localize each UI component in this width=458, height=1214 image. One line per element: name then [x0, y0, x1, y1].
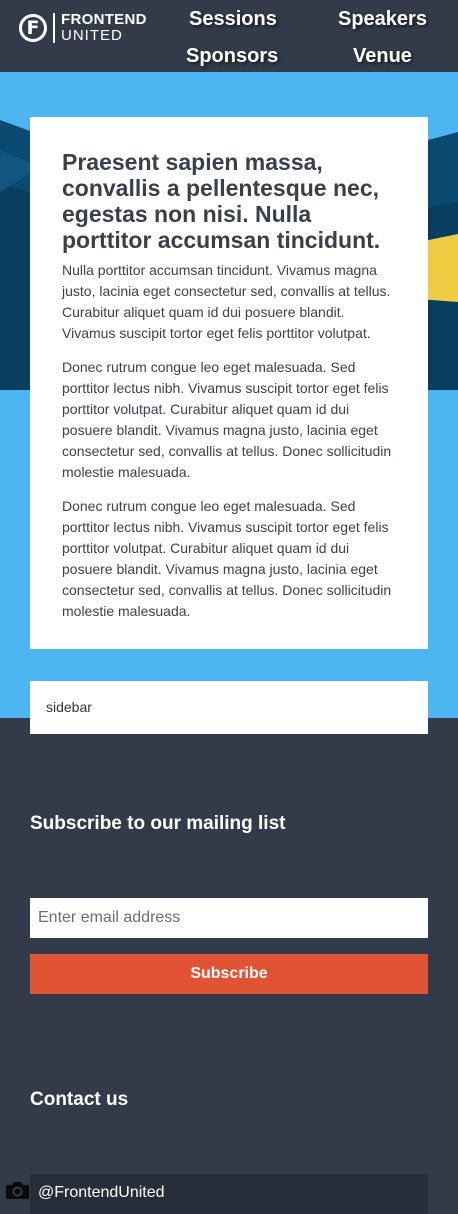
contact-heading: Contact us — [30, 1089, 129, 1110]
nav-venue[interactable]: Venue — [353, 45, 412, 68]
subscribe-heading: Subscribe to our mailing list — [30, 813, 286, 834]
email-field[interactable] — [30, 898, 428, 938]
subscribe-button[interactable]: Subscribe — [30, 954, 428, 994]
twitter-handle-box[interactable]: @FrontendUnited — [30, 1174, 428, 1214]
site-header: F FRONTEND UNITED Sessions Speakers Spon… — [0, 0, 458, 72]
nav-sessions[interactable]: Sessions — [189, 8, 277, 31]
article-card: Praesent sapien massa, convallis a pelle… — [30, 117, 428, 649]
article-title: Praesent sapien massa, convallis a pelle… — [62, 149, 381, 253]
camera-icon[interactable] — [5, 1180, 30, 1200]
nav-sponsors[interactable]: Sponsors — [186, 45, 278, 68]
logo-divider — [53, 13, 55, 43]
article-paragraph: Donec rutrum congue leo eget malesuada. … — [62, 498, 392, 619]
article-paragraph: Donec rutrum congue leo eget malesuada. … — [62, 359, 392, 480]
sidebar-box: sidebar — [30, 681, 428, 734]
article-paragraph: Nulla porttitor accumsan tincidunt. Viva… — [62, 262, 391, 341]
logo-text-top: FRONTEND — [61, 11, 147, 28]
logo-mark-icon: F — [19, 14, 47, 42]
nav-speakers[interactable]: Speakers — [338, 8, 427, 31]
site-logo[interactable]: F FRONTEND UNITED — [19, 12, 147, 44]
sidebar-label: sidebar — [46, 699, 92, 715]
logo-wordmark: FRONTEND UNITED — [61, 12, 147, 44]
logo-text-bottom: UNITED — [61, 27, 123, 44]
twitter-handle: @FrontendUnited — [38, 1184, 165, 1201]
